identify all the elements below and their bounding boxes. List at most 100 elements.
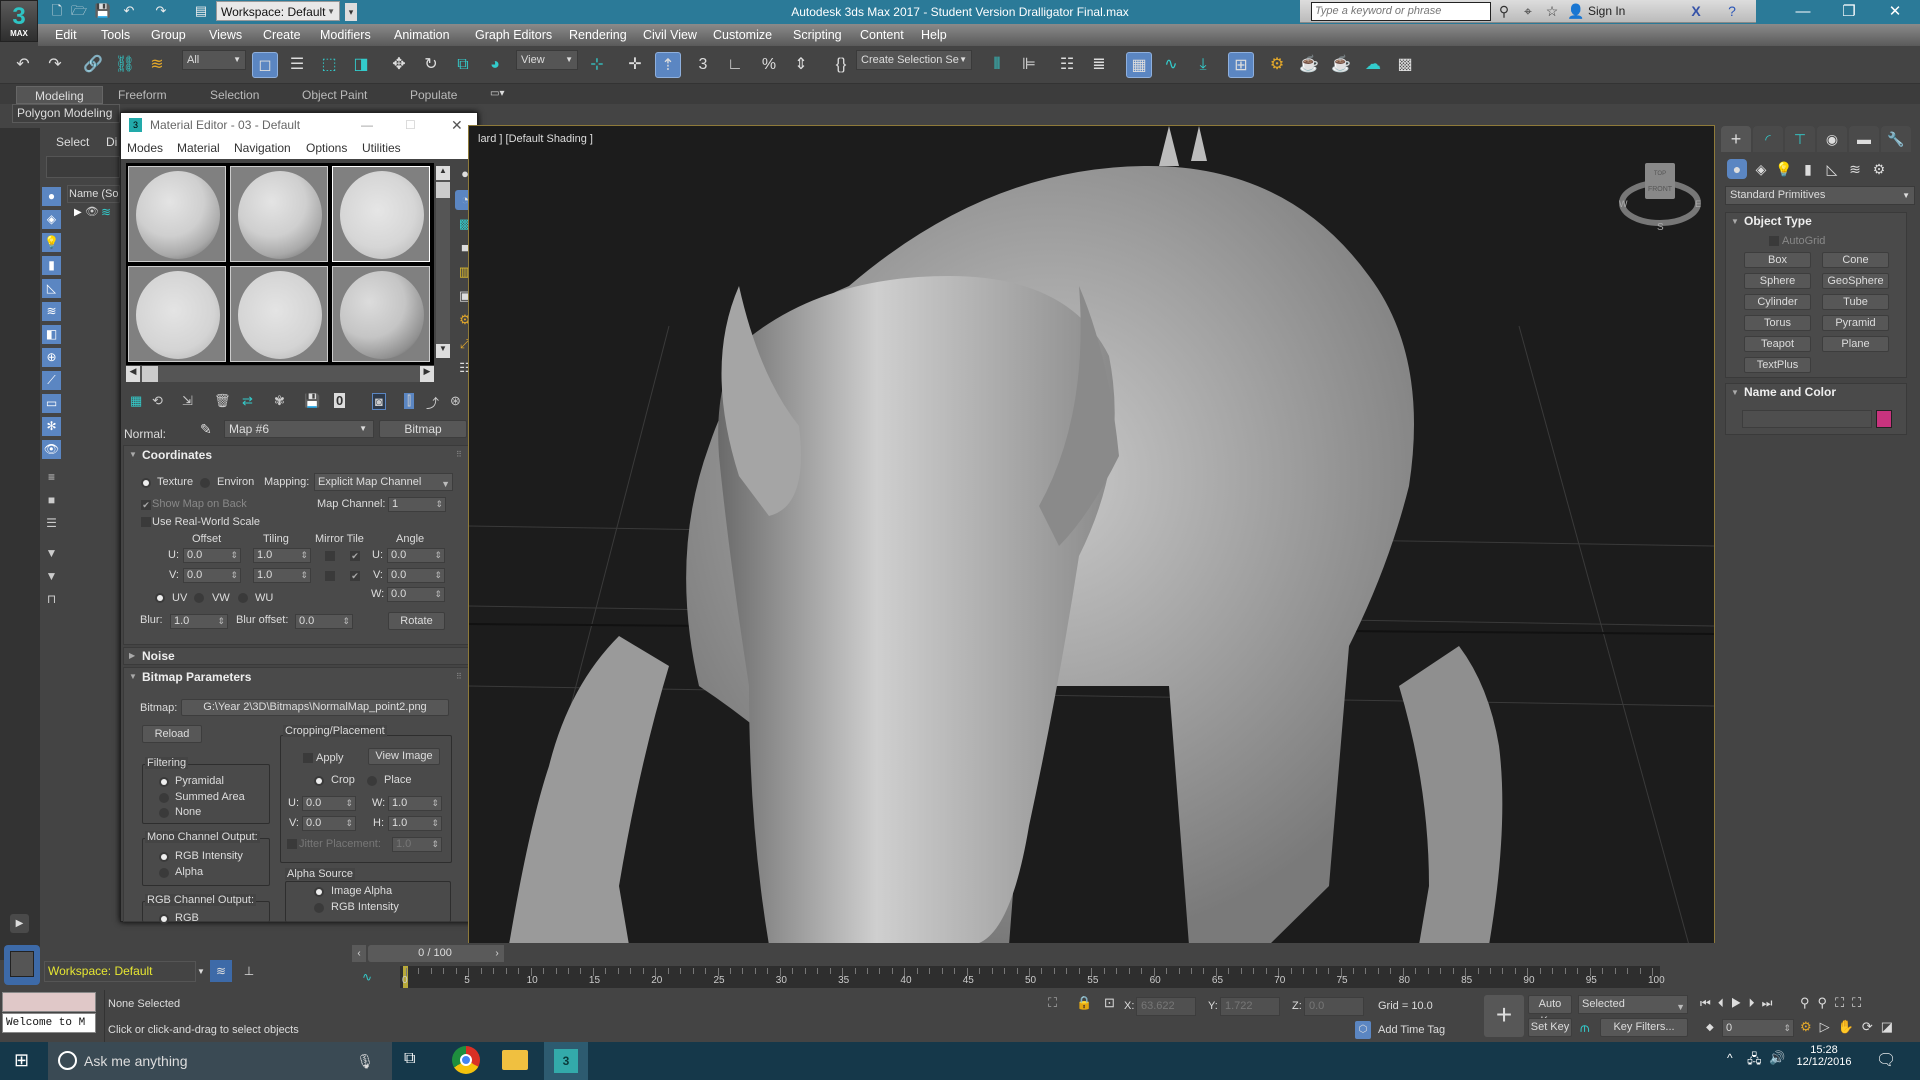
align-icon[interactable]: ⊫ (1016, 52, 1042, 78)
put-to-library-icon[interactable]: 💾 (304, 393, 320, 409)
default-tangent-icon[interactable]: ⫙ (1580, 1019, 1590, 1036)
cameras-category-icon[interactable]: ▮ (1798, 159, 1818, 179)
ribbon-tab-object-paint[interactable]: Object Paint (302, 86, 367, 104)
menu-rendering[interactable]: Rendering (569, 24, 627, 46)
collapse-icon[interactable]: ▼ (1731, 217, 1739, 226)
rectangular-selection-icon[interactable]: ⬚ (316, 52, 342, 78)
ribbon-tab-modeling[interactable]: Modeling (16, 86, 103, 104)
play-icon[interactable]: ▶ (1731, 996, 1749, 1010)
hierarchy-icon[interactable]: ⊥ (238, 960, 260, 982)
ribbon-tab-selection[interactable]: Selection (210, 86, 259, 104)
set-key-button[interactable]: Set Key (1528, 1018, 1572, 1037)
reset-map-icon[interactable]: 🗑 (214, 393, 231, 409)
add-time-tag[interactable]: Add Time Tag (1378, 1024, 1445, 1036)
toggle-ribbon-icon[interactable]: ▦ (1126, 52, 1152, 78)
offset-v-spinner[interactable]: 0.0 ⇕ (183, 568, 241, 583)
snaps-toggle-icon[interactable]: 3 (690, 52, 716, 78)
expand-icon[interactable]: ▶ (74, 207, 82, 218)
clock[interactable]: 15:28 12/12/2016 (1794, 1044, 1854, 1068)
show-hidden-icons[interactable]: ^ (1727, 1051, 1733, 1065)
key-mode-dropdown[interactable]: Selected ▼ (1578, 995, 1688, 1014)
tiling-v-spinner[interactable]: 1.0 ⇕ (253, 568, 311, 583)
pyramidal-radio[interactable] (159, 777, 169, 787)
mirror-u-checkbox[interactable] (325, 551, 335, 561)
sample-slot[interactable] (332, 266, 430, 362)
maximize-viewport-icon[interactable]: ◪ (1881, 1019, 1901, 1034)
menu-modifiers[interactable]: Modifiers (320, 24, 371, 46)
me-menu-modes[interactable]: Modes (127, 141, 163, 155)
modify-tab-icon[interactable]: ◜ (1753, 126, 1783, 152)
rotate-button[interactable]: Rotate (388, 612, 445, 630)
user-icon[interactable]: 👤 (1566, 2, 1586, 21)
sample-slot-active[interactable] (332, 166, 430, 262)
create-tab-icon[interactable]: + (1721, 126, 1751, 152)
view-image-button[interactable]: View Image (368, 748, 440, 765)
scene-tab-select[interactable]: Select (56, 135, 89, 149)
bitmap-path-button[interactable]: G:\Year 2\3D\Bitmaps\NormalMap_point2.pn… (181, 699, 449, 716)
menu-create[interactable]: Create (263, 24, 301, 46)
column-header-name[interactable]: Name (Sor (67, 185, 120, 203)
polygon-modeling-panel[interactable]: Polygon Modeling (12, 104, 120, 123)
motion-tab-icon[interactable]: ◉ (1817, 126, 1847, 152)
satellite-icon[interactable]: ⌖ (1518, 2, 1538, 21)
menu-views[interactable]: Views (209, 24, 242, 46)
rollout-drag-handle[interactable]: ⠿ (456, 672, 462, 681)
star-icon[interactable]: ☆ (1542, 2, 1562, 21)
key-filters-button[interactable]: Key Filters... (1600, 1018, 1688, 1037)
render-cloud-icon[interactable]: ☁ (1360, 52, 1386, 78)
get-material-icon[interactable]: ▦ (130, 393, 142, 409)
crop-v-spinner[interactable]: 0.0 ⇕ (302, 816, 356, 831)
maxscript-listener-input[interactable]: Welcome to M (2, 1013, 96, 1033)
alpha-rgb-intensity-radio[interactable] (314, 903, 324, 913)
noise-title[interactable]: Noise (142, 649, 175, 663)
mono-rgb-intensity-radio[interactable] (159, 852, 169, 862)
ribbon-tab-populate[interactable]: Populate (410, 86, 457, 104)
menu-tools[interactable]: Tools (101, 24, 130, 46)
viewport-layout-tab[interactable] (4, 945, 40, 985)
display-shapes-icon[interactable]: ◈ (42, 210, 61, 229)
a360-gallery-icon[interactable]: ▩ (1392, 52, 1418, 78)
display-lights-icon[interactable]: 💡 (42, 233, 61, 252)
render-production-icon[interactable]: ☕ (1328, 52, 1354, 78)
jitter-spinner[interactable]: 1.0 ⇕ (392, 837, 442, 852)
expand-panel-icon[interactable]: ▶ (10, 914, 29, 933)
real-world-scale-checkbox[interactable] (141, 517, 151, 527)
window-crossing-icon[interactable]: ◨ (348, 52, 374, 78)
sample-slot[interactable] (230, 166, 328, 262)
undo-icon[interactable]: ↶ (10, 52, 36, 78)
redo-icon[interactable]: ↷ (152, 2, 170, 20)
display-tab-icon[interactable]: ▬ (1849, 126, 1879, 152)
display-cameras-icon[interactable]: ▮ (42, 256, 61, 275)
orbit-icon[interactable]: ⟳ (1862, 1019, 1881, 1034)
helpers-category-icon[interactable]: ◺ (1822, 159, 1842, 179)
display-invert-icon[interactable]: ☰ (42, 514, 61, 533)
vw-radio[interactable] (194, 593, 204, 603)
sample-slot[interactable] (128, 166, 226, 262)
filter-none-radio[interactable] (159, 808, 169, 818)
tube-button[interactable]: Tube (1822, 294, 1889, 310)
mirror-v-checkbox[interactable] (325, 571, 335, 581)
textplus-button[interactable]: TextPlus (1744, 357, 1811, 373)
go-to-start-icon[interactable]: ⏮ (1700, 996, 1718, 1010)
angle-snap-icon[interactable]: ∟ (722, 52, 748, 78)
map-name-dropdown[interactable]: Map #6 ▼ (224, 420, 374, 438)
prev-frame-button[interactable]: ‹ (352, 945, 366, 962)
isolate-selection-icon[interactable]: ⛶ (1048, 995, 1057, 1011)
zoom-all-icon[interactable]: ⚲ (1818, 995, 1836, 1010)
set-key-big-button[interactable]: + (1484, 995, 1524, 1037)
pan-icon[interactable]: ✋ (1838, 1019, 1862, 1034)
wu-radio[interactable] (238, 593, 248, 603)
zoom-extents-icon[interactable]: ⛶ (1835, 995, 1852, 1010)
new-file-icon[interactable]: 🗋 (48, 2, 66, 20)
display-spacewarps-icon[interactable]: ≋ (42, 302, 61, 321)
filter-settings-icon[interactable]: ▼ (42, 544, 61, 563)
mini-curve-editor-icon[interactable]: ∿ (362, 970, 372, 984)
scene-search-input[interactable] (46, 156, 120, 178)
filter-icon[interactable]: ▼ (42, 567, 61, 586)
scene-explorer-icon[interactable]: ☷ (1054, 52, 1080, 78)
map-channel-spinner[interactable]: 1 ⇕ (388, 497, 446, 512)
network-icon[interactable]: 🖧 (1747, 1050, 1762, 1072)
microphone-icon[interactable]: 🎙 (356, 1042, 374, 1080)
me-menu-options[interactable]: Options (306, 141, 347, 155)
z-coordinate-field[interactable]: 0.0 (1304, 997, 1364, 1016)
